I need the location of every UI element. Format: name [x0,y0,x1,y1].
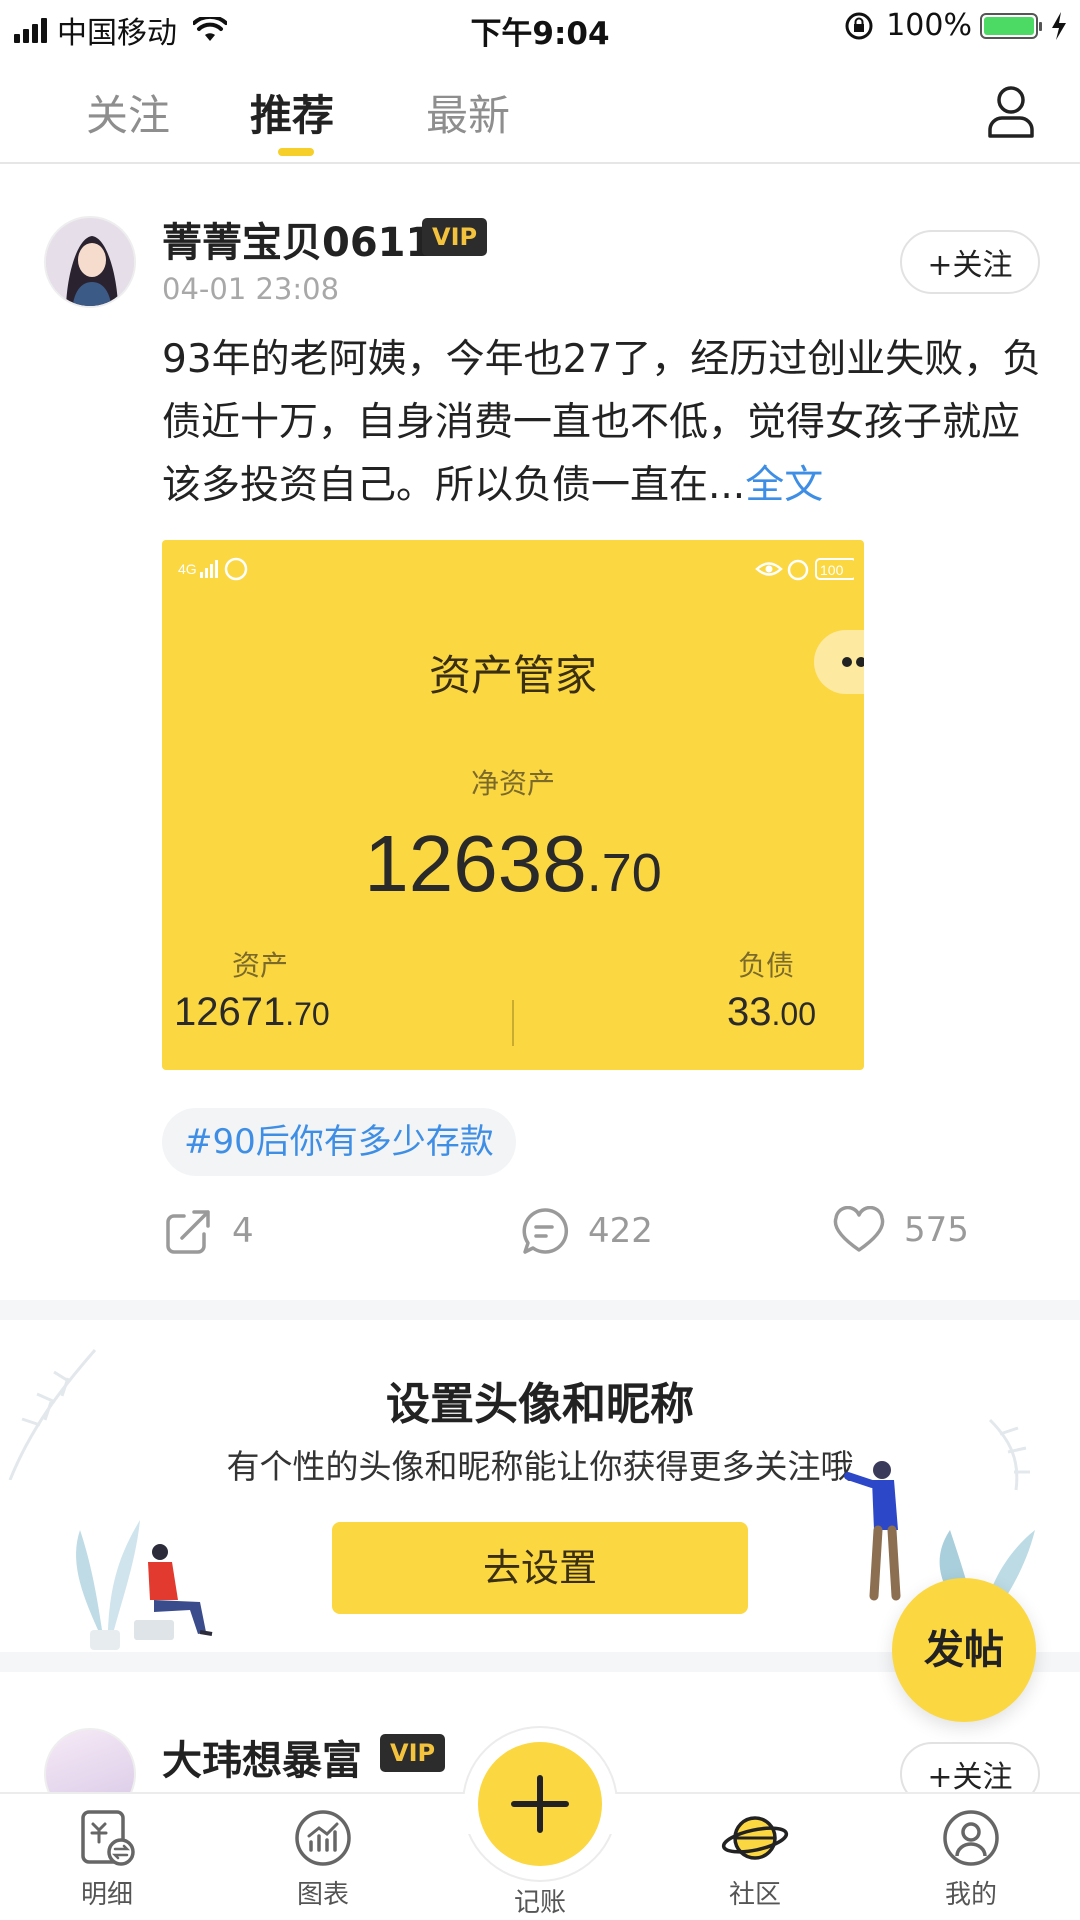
assets-value: 12671.70 [174,990,330,1035]
comment-button[interactable]: 422 [520,1206,653,1256]
section-divider [0,1300,1080,1320]
assets-decimal: .70 [285,996,330,1032]
post-username[interactable]: 大玮想暴富 [162,1728,362,1786]
chart-icon [295,1810,351,1866]
tab-follow[interactable]: 关注 [86,82,170,143]
tab-charts[interactable]: 图表 [248,1808,398,1911]
tab-latest[interactable]: 最新 [426,82,510,143]
top-nav: 关注 推荐 最新 [0,56,1080,164]
svg-text:4G: 4G [178,561,197,577]
net-assets-decimal: .70 [586,843,662,903]
assets-label: 资产 [232,949,289,982]
post-text[interactable]: 93年的老阿姨，今年也27了，经历过创业失败，负债近十万，自身消费一直也不低，觉… [162,328,1042,517]
image-title: 资产管家 [428,651,597,700]
battery-icon [980,12,1042,39]
record-button[interactable] [478,1742,602,1866]
user-icon [943,1810,999,1866]
follow-button[interactable]: +关注 [900,230,1040,294]
feed-post: 菁菁宝贝0611 VIP 04-01 23:08 +关注 93年的老阿姨，今年也… [0,166,1080,1300]
follow-button[interactable]: +关注 [900,1742,1040,1792]
post-body: 93年的老阿姨，今年也27了，经历过创业失败，负债近十万，自身消费一直也不低，觉… [162,337,1042,508]
like-count: 575 [904,1210,969,1250]
heart-icon [833,1206,885,1252]
avatar[interactable] [44,216,136,308]
tab-record-label[interactable]: 记账 [465,1882,615,1919]
charging-icon [1052,11,1066,40]
status-bar: 中国移动 下午9:04 100% [0,0,1080,54]
battery-percent: 100% [886,8,972,43]
user-profile-icon[interactable] [986,84,1036,138]
ledger-icon [81,1810,135,1866]
net-assets-value: 12638.70 [162,818,864,910]
vip-badge: VIP [380,1734,446,1772]
share-icon [166,1210,210,1254]
divider [512,1000,514,1046]
post-image[interactable]: 4G 100 资产管家 净资产 12638.70 资产 负债 12671.70 … [162,540,864,1070]
tab-label: 社区 [728,1880,781,1910]
comment-count: 422 [588,1211,653,1251]
share-button[interactable]: 4 [164,1206,254,1256]
full-text-link[interactable]: 全文 [745,463,823,508]
comment-icon [522,1208,569,1254]
tab-label: 我的 [944,1880,997,1910]
post-actions: 4 422 575 [0,1206,1080,1266]
post-username[interactable]: 菁菁宝贝0611 [162,210,433,268]
assets-integer: 12671 [174,990,286,1034]
planet-icon [721,1816,789,1860]
liabilities-label: 负债 [737,949,794,982]
rotation-lock-icon [845,12,873,39]
tab-recommend[interactable]: 推荐 [250,82,334,143]
bottom-tab-bar: 明细 图表 记账 社区 我的 [0,1726,1080,1920]
share-count: 4 [232,1211,254,1251]
liabilities-decimal: .00 [771,996,816,1032]
image-status-bar: 4G 100 [178,557,854,581]
topic-tag[interactable]: #90后你有多少存款 [162,1108,516,1176]
tab-details[interactable]: 明细 [32,1808,182,1911]
liabilities-integer: 33 [727,990,772,1034]
net-assets-label: 净资产 [470,767,555,800]
tab-label: 明细 [80,1880,133,1910]
tab-label: 图表 [296,1880,349,1910]
new-post-button[interactable]: 发帖 [892,1578,1036,1722]
net-assets-integer: 12638 [364,819,587,908]
tab-community[interactable]: 社区 [680,1808,830,1911]
svg-text:100: 100 [820,562,844,578]
avatar[interactable] [44,1728,136,1792]
tab-active-indicator [278,148,314,156]
like-button[interactable]: 575 [832,1206,969,1254]
post-time: 04-01 23:08 [162,272,340,306]
liabilities-value: 33.00 [727,990,816,1035]
vip-badge: VIP [422,218,488,256]
plus-icon [511,1775,569,1833]
go-setup-button[interactable]: 去设置 [332,1522,748,1614]
tab-mine[interactable]: 我的 [896,1808,1046,1911]
status-right: 100% [844,8,1068,43]
